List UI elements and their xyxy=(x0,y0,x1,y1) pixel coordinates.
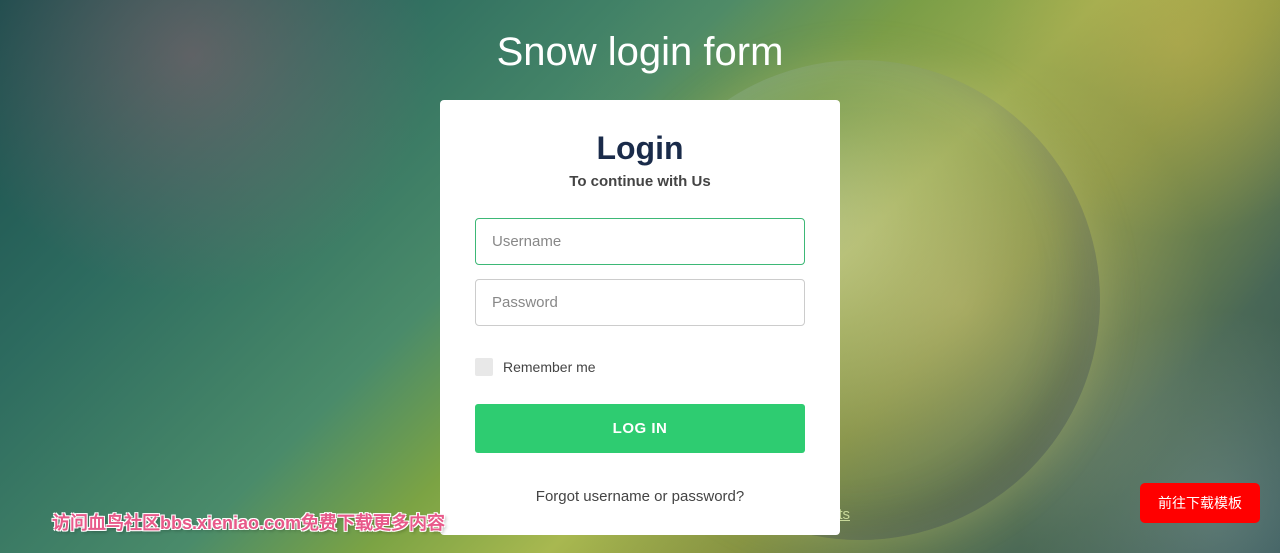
card-heading: Login xyxy=(475,130,805,167)
password-input[interactable] xyxy=(475,279,805,326)
download-button[interactable]: 前往下载模板 xyxy=(1140,483,1260,523)
forgot-link[interactable]: Forgot username or password? xyxy=(475,488,805,505)
remember-checkbox[interactable] xyxy=(475,358,493,376)
login-button[interactable]: LOG IN xyxy=(475,404,805,453)
remember-row: Remember me xyxy=(475,358,805,376)
login-card: Login To continue with Us Remember me LO… xyxy=(440,100,840,535)
card-subtitle: To continue with Us xyxy=(475,173,805,190)
remember-label: Remember me xyxy=(503,359,596,375)
watermark-text: 访问血鸟社区bbs.xieniao.com免费下载更多内容 xyxy=(52,509,445,535)
side-link[interactable]: ts xyxy=(838,506,850,523)
page-title: Snow login form xyxy=(0,0,1280,100)
username-input[interactable] xyxy=(475,218,805,265)
